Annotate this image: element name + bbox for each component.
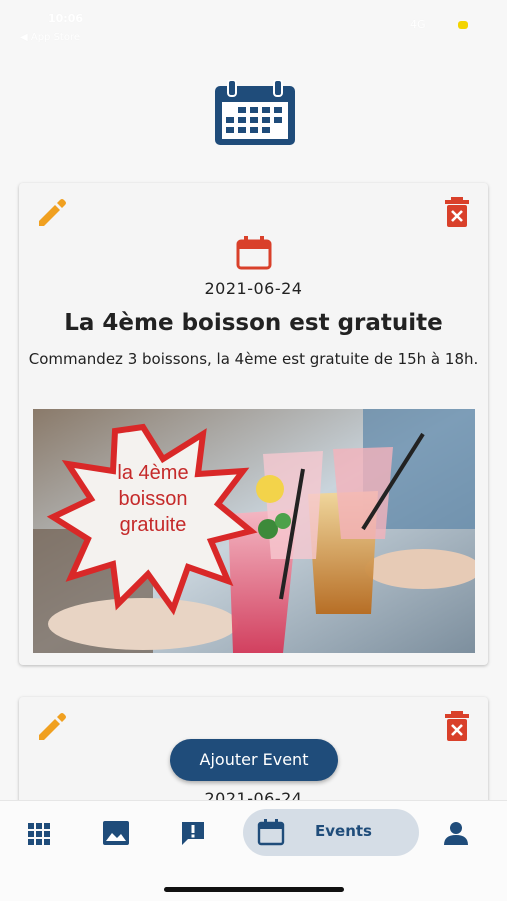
event-date: 2021-06-24: [204, 279, 303, 298]
edit-icon[interactable]: [35, 709, 69, 743]
image-icon[interactable]: [103, 821, 129, 845]
grid-icon[interactable]: [28, 823, 50, 845]
network-indicator: 4G: [410, 18, 426, 31]
delete-icon[interactable]: [442, 709, 472, 743]
event-description: Commandez 3 boissons, la 4ème est gratui…: [28, 350, 479, 368]
calendar-icon: [215, 80, 295, 145]
calendar-icon: [236, 236, 272, 270]
nav-events-label: Events: [315, 822, 372, 840]
promo-line-1: la 4ème: [117, 462, 188, 484]
calendar-icon: [257, 819, 285, 846]
feedback-icon[interactable]: [180, 820, 206, 846]
home-indicator: [164, 887, 344, 892]
event-title: La 4ème boisson est gratuite: [64, 310, 443, 336]
status-bar: 10:06 ◀ App Store 4G: [0, 0, 507, 50]
promo-line-3: gratuite: [120, 514, 187, 536]
delete-icon[interactable]: [442, 195, 472, 229]
bottom-nav: Events: [0, 800, 507, 901]
event-image: la 4ème boisson gratuite: [33, 409, 475, 653]
nav-events-tab[interactable]: Events: [243, 809, 419, 856]
status-time: 10:06: [48, 12, 84, 25]
event-card: 2021-06-24 La 4ème boisson est gratuite …: [19, 183, 488, 665]
back-to-app-store[interactable]: ◀ App Store: [20, 32, 80, 43]
edit-icon[interactable]: [35, 195, 69, 229]
person-icon[interactable]: [444, 821, 468, 845]
promo-line-2: boisson: [119, 488, 188, 510]
battery-icon: [458, 21, 468, 29]
add-event-button[interactable]: Ajouter Event: [170, 739, 338, 781]
